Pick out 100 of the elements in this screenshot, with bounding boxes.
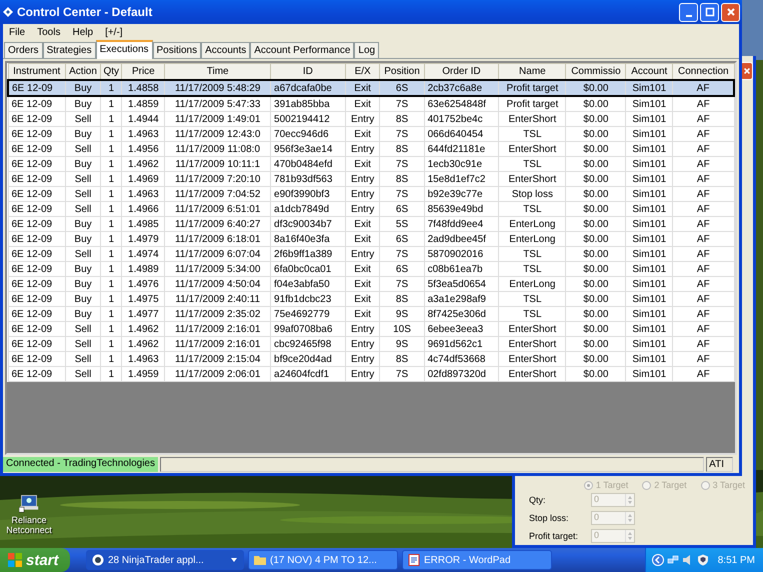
table-cell: 401752be4c (428, 114, 483, 124)
column-header[interactable]: Position (380, 64, 424, 80)
menu-item[interactable]: Tools (33, 27, 68, 38)
table-cell: Entry (350, 174, 374, 184)
table-cell: 6S (396, 82, 408, 94)
taskbar-button[interactable]: ERROR - WordPad (402, 550, 552, 570)
table-row[interactable]: 6E 12-09 Buy 1 1.4985 11/17/2009 6:40:27 df3c90034b7 Exit 5S 7f48fdd9ee4 EnterLong $0.00 Sim101 AF (8, 216, 734, 232)
radio-button[interactable] (700, 480, 710, 490)
maximize-icon (704, 7, 714, 17)
table-row[interactable]: 6E 12-09 Sell 1 1.4963 11/17/2009 7:04:52 e90f3990bf3 Entry 7S b92e39c77e Stop loss $0.00 Sim101 AF (8, 186, 734, 202)
table-cell: 6E 12-09 (12, 354, 52, 364)
column-header[interactable]: Commissio (566, 64, 626, 80)
table-cell: 6fa0bc0ca01 (274, 264, 332, 274)
start-button[interactable]: start (0, 548, 70, 572)
table-row[interactable]: 6E 12-09 Buy 1 1.4977 11/17/2009 2:35:02 75e4692779 Exit 9S 8f7425e306d TSL $0.00 Sim101 AF (8, 306, 734, 322)
table-cell: $0.00 (583, 278, 608, 290)
tab[interactable]: Account Performance (250, 42, 354, 58)
radio-button[interactable] (642, 480, 652, 490)
radio-label: 3 Target (712, 480, 745, 490)
table-cell: AF (696, 324, 710, 334)
table-cell: AF (696, 82, 710, 94)
table-cell: 1.4959 (128, 368, 159, 380)
taskbar-button[interactable]: (17 NOV) 4 PM TO 12... (248, 550, 398, 570)
table-cell: Sim101 (632, 308, 666, 320)
table-cell: 11/17/2009 2:06:01 (174, 368, 260, 380)
table-cell: Sell (74, 354, 92, 364)
tab[interactable]: Accounts (201, 42, 250, 58)
table-cell: AF (696, 234, 710, 244)
tab[interactable]: Executions (96, 40, 153, 59)
minimize-button[interactable] (679, 2, 698, 22)
table-cell: $0.00 (583, 294, 608, 304)
table-row[interactable]: 6E 12-09 Buy 1 1.4858 11/17/2009 5:48:29 a67dcafa0be Exit 6S 2cb37c6a8e Profit target $0.00 Sim101 AF (8, 80, 734, 96)
table-row[interactable]: 6E 12-09 Buy 1 1.4962 11/17/2009 10:11:1 470b0484efd Exit 7S 1ecb30c91e TSL $0.00 Sim101 AF (8, 156, 734, 172)
table-row[interactable]: 6E 12-09 Buy 1 1.4975 11/17/2009 2:40:11 91fb1dcbc23 Exit 8S a3a1e298af9 TSL $0.00 Sim101 AF (8, 292, 734, 306)
column-header[interactable]: Connection (672, 64, 734, 80)
column-header[interactable]: Price (122, 64, 165, 80)
shield-icon[interactable] (696, 554, 709, 566)
column-header[interactable]: Time (164, 64, 271, 80)
table-cell: 6E 12-09 (12, 128, 52, 140)
table-cell: AF (696, 264, 710, 274)
column-header[interactable]: Instrument (8, 64, 66, 80)
table-cell: 391ab85bba (274, 98, 330, 110)
taskbar-button[interactable]: 28 NinjaTrader appl... (86, 550, 244, 570)
tab[interactable]: Orders (4, 42, 43, 58)
column-header[interactable]: Name (498, 64, 566, 80)
table-cell: 6E 12-09 (12, 188, 52, 200)
tab[interactable]: Log (354, 42, 380, 58)
table-cell: 1 (108, 174, 114, 184)
table-cell: 1 (108, 82, 114, 94)
table-row[interactable]: 6E 12-09 Sell 1 1.4962 11/17/2009 2:16:01 99af0708ba6 Entry 10S 6ebee3eea3 EnterShort $0.00 Sim101 AF (8, 322, 734, 336)
caret-icon[interactable] (230, 556, 238, 564)
table-cell: AF (696, 98, 710, 110)
menu-item[interactable]: [+/-] (101, 27, 131, 38)
table-row[interactable]: 6E 12-09 Buy 1 1.4989 11/17/2009 5:34:00 6fa0bc0ca01 Exit 6S c08b61ea7b TSL $0.00 Sim101 AF (8, 262, 734, 276)
table-cell: Sell (74, 174, 92, 184)
table-cell: Sell (74, 114, 92, 124)
table-cell: 6E 12-09 (12, 248, 52, 260)
table-row[interactable]: 6E 12-09 Sell 1 1.4974 11/17/2009 6:07:04 2f6b9ff1a389 Entry 7S 5870902016 TSL $0.00 Sim101 AF (8, 246, 734, 262)
table-cell: $0.00 (583, 204, 608, 214)
tab[interactable]: Strategies (42, 42, 96, 58)
network-icon[interactable] (666, 554, 679, 566)
column-header[interactable]: Order ID (424, 64, 499, 80)
computer-icon[interactable] (19, 493, 39, 513)
table-row[interactable]: 6E 12-09 Sell 1 1.4959 11/17/2009 2:06:01 a24604fcdf1 Entry 7S 02fd897320d EnterShort $0.00 Sim101 AF (8, 366, 734, 382)
table-cell: 1 (108, 218, 114, 230)
column-header[interactable]: Account (626, 64, 673, 80)
menu-item[interactable]: File (5, 27, 34, 38)
table-cell: 1.4963 (128, 128, 159, 140)
radio-button[interactable] (584, 480, 593, 490)
table-row[interactable]: 6E 12-09 Sell 1 1.4963 11/17/2009 2:15:04 bf9ce20d4ad Entry 8S 4c74df53668 EnterShort $0.00 Sim101 AF (8, 352, 734, 366)
table-row[interactable]: 6E 12-09 Sell 1 1.4969 11/17/2009 7:20:10 781b93df563 Entry 8S 15e8d1ef7c2 EnterShort $0.00 Sim101 AF (8, 172, 734, 186)
table-cell: Sim101 (632, 278, 666, 290)
desktop-icon-label[interactable]: Reliance Netconnect (6, 515, 52, 535)
close-button[interactable] (721, 2, 740, 22)
table-cell: 6E 12-09 (12, 308, 52, 320)
column-header[interactable]: Action (65, 64, 101, 80)
column-header[interactable]: ID (270, 64, 346, 80)
table-row[interactable]: 6E 12-09 Buy 1 1.4963 11/17/2009 12:43:0 70ecc946d6 Exit 7S 066d640454 TSL $0.00 Sim101 AF (8, 126, 734, 142)
table-cell: Exit (354, 264, 371, 274)
table-row[interactable]: 6E 12-09 Buy 1 1.4976 11/17/2009 4:50:04 f04e3abfa50 Exit 7S 5f3ea5d0654 EnterLong $0.00 Sim101 AF (8, 276, 734, 292)
chevron-icon[interactable] (652, 554, 664, 566)
table-cell: 2ad9dbee45f (428, 234, 486, 244)
table-row[interactable]: 6E 12-09 Sell 1 1.4966 11/17/2009 6:51:01 a1dcb7849d Entry 6S 85639e49bd TSL $0.00 Sim101 AF (8, 202, 734, 216)
table-row[interactable]: 6E 12-09 Sell 1 1.4962 11/17/2009 2:16:01 cbc92465f98 Entry 9S 9691d562c1 EnterShort $0.00 Sim101 AF (8, 336, 734, 352)
column-header[interactable]: E/X (345, 64, 380, 80)
table-row[interactable]: 6E 12-09 Sell 1 1.4956 11/17/2009 11:08:0 956f3e3ae14 Entry 8S 644fd21181e EnterShort $0.00 Sim101 AF (8, 142, 734, 156)
tab[interactable]: Positions (152, 42, 202, 58)
table-cell: Sim101 (632, 158, 666, 170)
table-cell: Sim101 (632, 324, 666, 334)
maximize-button[interactable] (700, 2, 719, 22)
table-cell: $0.00 (583, 98, 608, 110)
table-row[interactable]: 6E 12-09 Buy 1 1.4979 11/17/2009 6:18:01 8a16f40e3fa Exit 6S 2ad9dbee45f EnterLong $0.00 Sim101 AF (8, 232, 734, 246)
table-cell: 11/17/2009 7:20:10 (174, 174, 260, 184)
table-cell: $0.00 (583, 144, 608, 154)
table-cell: TSL (523, 128, 542, 140)
table-row[interactable]: 6E 12-09 Sell 1 1.4944 11/17/2009 1:49:01 5002194412 Entry 8S 401752be4c EnterShort $0.00 Sim101 AF (8, 112, 734, 126)
table-cell: 5002194412 (274, 114, 330, 124)
menu-item[interactable]: Help (68, 27, 102, 38)
table-row[interactable]: 6E 12-09 Buy 1 1.4859 11/17/2009 5:47:33 391ab85bba Exit 7S 63e6254848f Profit target $0.00 Sim101 AF (8, 96, 734, 112)
table-cell: EnterShort (508, 354, 556, 364)
